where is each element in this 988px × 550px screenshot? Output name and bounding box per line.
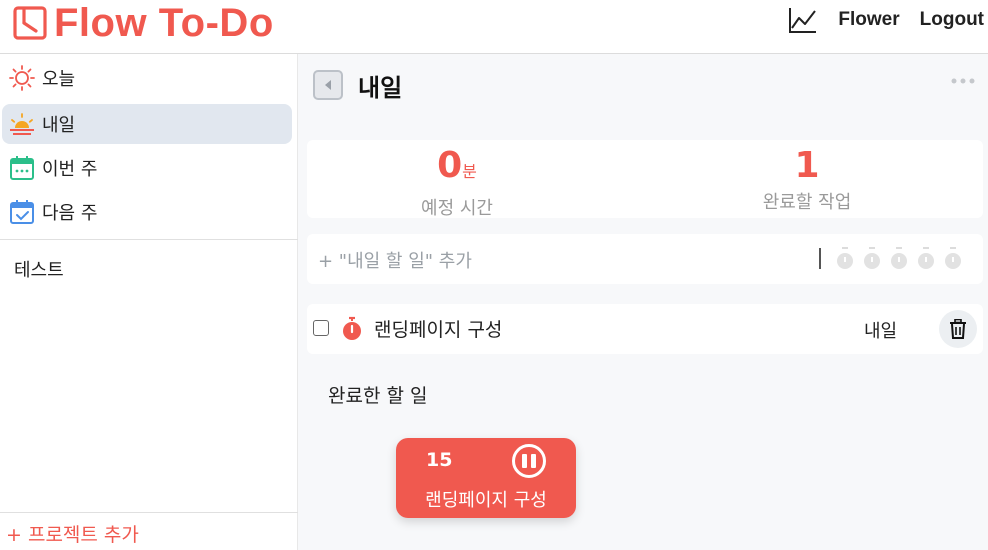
calendar-week-icon (10, 156, 34, 180)
sidebar-item-label: 내일 (42, 115, 76, 136)
trash-icon (950, 319, 966, 339)
page-title: 내일 (358, 74, 403, 102)
line-chart-icon[interactable] (788, 6, 818, 34)
clock-logo-icon (13, 6, 47, 40)
pomodoro-selector[interactable] (831, 246, 966, 272)
main-content: 내일 0분 예정 시간 1 완료할 작업 + "내일 할 일" 추가 랜딩페이지… (298, 54, 988, 550)
sidebar: 오늘 내일 이번 주 다음 주 테스트 + 프로젝트 추가 (0, 54, 298, 550)
task-row[interactable]: 랜딩페이지 구성 내일 (307, 304, 983, 354)
sunrise-icon (10, 113, 34, 135)
stopwatch-icon[interactable] (340, 316, 364, 342)
sidebar-item-tomorrow[interactable]: 내일 (2, 104, 292, 144)
more-options-icon[interactable] (950, 76, 976, 86)
stopwatch-icon[interactable] (885, 246, 912, 272)
scheduled-time-label: 예정 시간 (421, 198, 493, 219)
sidebar-divider (0, 239, 298, 240)
scheduled-time-unit: 분 (462, 162, 477, 181)
collapse-sidebar-button[interactable] (313, 70, 343, 100)
user-name-link[interactable]: Flower (838, 9, 899, 31)
sidebar-item-today[interactable]: 오늘 (2, 58, 292, 98)
stopwatch-icon[interactable] (912, 246, 939, 272)
sun-icon (9, 65, 35, 91)
add-task-bar[interactable]: + "내일 할 일" 추가 (307, 234, 983, 284)
pause-button[interactable] (512, 444, 546, 478)
scheduled-time-stat: 0분 예정 시간 (357, 146, 557, 220)
completed-section-title: 완료한 할 일 (328, 385, 428, 407)
stats-card: 0분 예정 시간 1 완료할 작업 (307, 140, 983, 220)
app-root: Flow To-Do Flower Logout 오늘 내일 이번 주 다음 주… (0, 0, 988, 550)
remaining-tasks-label: 완료할 작업 (762, 192, 852, 213)
delete-task-button[interactable] (939, 310, 977, 348)
add-project-button[interactable]: + 프로젝트 추가 (6, 520, 139, 547)
text-cursor (819, 248, 821, 269)
timer-count: 15 (426, 449, 453, 471)
running-timer-widget[interactable]: 15 랜딩페이지 구성 (396, 438, 576, 518)
logout-button[interactable]: Logout (920, 9, 984, 31)
top-header: Flow To-Do Flower Logout (0, 0, 988, 54)
sidebar-item-label: 이번 주 (42, 159, 98, 180)
add-task-input[interactable]: + "내일 할 일" 추가 (318, 247, 472, 273)
scheduled-time-value: 0 (437, 145, 463, 186)
sidebar-item-label: 오늘 (42, 69, 76, 90)
calendar-check-icon (10, 200, 34, 224)
sidebar-divider (0, 512, 298, 513)
stopwatch-icon[interactable] (831, 246, 858, 272)
remaining-tasks-stat: 1 완료할 작업 (707, 146, 907, 214)
sidebar-item-this-week[interactable]: 이번 주 (2, 148, 292, 188)
sidebar-item-label: 다음 주 (42, 203, 98, 224)
header-actions: Flower Logout (788, 4, 984, 36)
app-title: Flow To-Do (54, 0, 274, 45)
remaining-tasks-value: 1 (794, 145, 820, 186)
task-checkbox[interactable] (313, 320, 329, 336)
stopwatch-icon[interactable] (939, 246, 966, 272)
pause-icon (522, 454, 527, 468)
project-item[interactable]: 테스트 (14, 256, 64, 282)
task-due-label: 내일 (864, 321, 898, 342)
logo[interactable]: Flow To-Do (12, 0, 274, 46)
timer-task-name: 랜딩페이지 구성 (425, 490, 547, 511)
stopwatch-icon[interactable] (858, 246, 885, 272)
chevron-left-icon (325, 80, 331, 90)
sidebar-item-next-week[interactable]: 다음 주 (2, 192, 292, 232)
task-title[interactable]: 랜딩페이지 구성 (374, 315, 502, 342)
